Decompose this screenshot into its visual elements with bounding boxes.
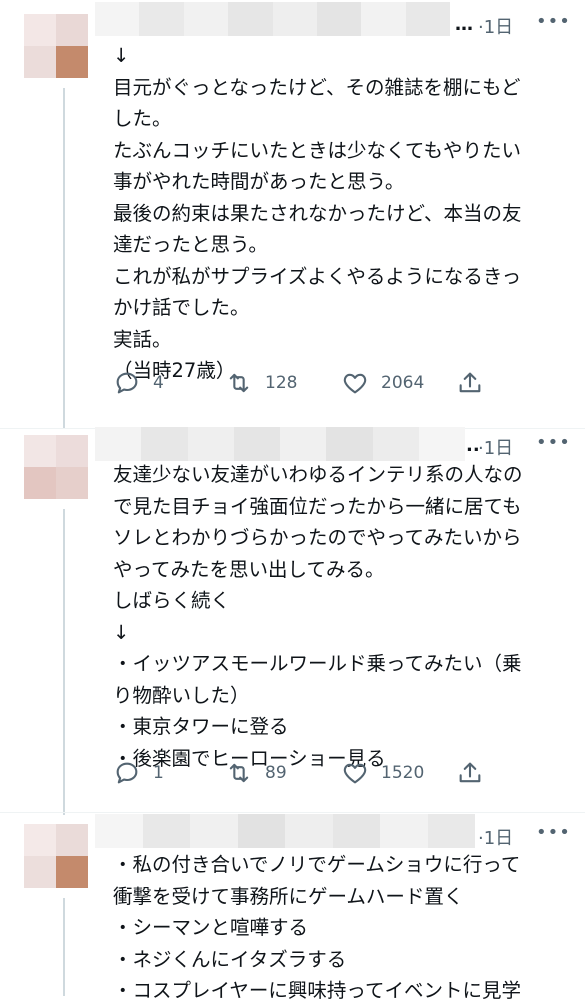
username-blurred xyxy=(95,2,450,36)
name-ellipsis: … xyxy=(455,14,473,35)
text-line: ソレとわかりづらかったのでやってみたいから xyxy=(113,526,522,549)
timestamp[interactable]: ·1日 xyxy=(478,824,513,850)
action-bar: 1 89 1520 xyxy=(113,759,493,789)
text-line: 友達少ない友達がいわゆるインテリ系の人なの xyxy=(113,463,523,486)
more-icon[interactable]: ••• xyxy=(536,11,571,32)
action-bar: 4 128 2064 xyxy=(113,369,493,399)
thread-line xyxy=(63,509,65,815)
avatar[interactable] xyxy=(24,824,88,888)
thread-line xyxy=(63,88,65,428)
reply-button[interactable]: 4 xyxy=(113,369,164,397)
thread-line xyxy=(63,898,65,996)
text-line: ・ネジくんにイタズラする xyxy=(113,947,347,971)
heart-icon xyxy=(343,373,367,394)
share-icon xyxy=(459,372,481,393)
more-icon[interactable]: ••• xyxy=(536,822,571,843)
retweet-button[interactable]: 128 xyxy=(225,369,297,397)
tweet-3[interactable]: ·1日 ••• ・私の付き合いでノリでゲームショウに行って 衝撃を受けて事務所に… xyxy=(0,812,585,1002)
reply-count: 4 xyxy=(153,373,164,393)
text-line: 目元がぐっとなったけど、その雑誌を棚にもど xyxy=(113,75,521,99)
text-line: ・イッツアスモールワールド乗ってみたい（乗 xyxy=(113,652,522,675)
like-button[interactable]: 1520 xyxy=(341,759,424,787)
share-button[interactable] xyxy=(456,369,496,397)
username-blurred xyxy=(95,427,465,461)
reply-icon xyxy=(116,372,138,394)
username-blurred xyxy=(95,814,475,848)
tweet-text: 友達少ない友達がいわゆるインテリ系の人なの で見た目チョイ強面位だったから一緒に… xyxy=(113,459,573,774)
text-line: これが私がサプライズよくやるようになるきっ xyxy=(113,264,522,288)
retweet-count: 128 xyxy=(265,373,298,393)
reply-count: 1 xyxy=(153,763,164,783)
retweet-count: 89 xyxy=(265,763,287,783)
text-line: ・私の付き合いでノリでゲームショウに行って xyxy=(113,853,521,876)
tweet-1[interactable]: … ·1日 ••• ↓ 目元がぐっとなったけど、その雑誌を棚にもど した。 たぶ… xyxy=(0,0,585,430)
tweet-2[interactable]: .. ·1日 ••• 友達少ない友達がいわゆるインテリ系の人なの で見た目チョイ… xyxy=(0,425,585,815)
more-icon[interactable]: ••• xyxy=(536,432,571,453)
like-count: 2064 xyxy=(381,373,425,393)
heart-icon xyxy=(343,763,367,784)
text-line: ・シーマンと喧嘩する xyxy=(113,916,309,939)
tweet-text: ・私の付き合いでノリでゲームショウに行って 衝撃を受けて事務所にゲームハード置く… xyxy=(113,849,573,1007)
text-line: ↓ xyxy=(113,620,130,644)
like-count: 1520 xyxy=(381,763,425,783)
tweet-text: ↓ 目元がぐっとなったけど、その雑誌を棚にもど した。 たぶんコッチにいたときは… xyxy=(113,40,573,387)
timestamp[interactable]: ·1日 xyxy=(478,434,513,460)
timestamp[interactable]: ·1日 xyxy=(478,13,513,39)
text-line: 達だったと思う。 xyxy=(113,233,268,256)
text-line: 実話。 xyxy=(113,327,172,351)
text-line: り物酔いした） xyxy=(113,683,250,707)
reply-button[interactable]: 1 xyxy=(113,759,164,787)
retweet-icon xyxy=(229,373,249,393)
text-line: 事がやれた時間があったと思う。 xyxy=(113,170,405,193)
text-line: たぶんコッチにいたときは少なくてもやりたい xyxy=(113,138,521,162)
retweet-button[interactable]: 89 xyxy=(225,759,287,787)
like-button[interactable]: 2064 xyxy=(341,369,424,397)
text-line: ・コスプレイヤーに興味持ってイベントに見学 xyxy=(113,979,521,1002)
text-line: 衝撃を受けて事務所にゲームハード置く xyxy=(113,884,464,908)
avatar[interactable] xyxy=(24,435,88,499)
share-button[interactable] xyxy=(456,759,496,787)
avatar[interactable] xyxy=(24,14,88,78)
text-line: しばらく続く xyxy=(113,589,231,612)
text-line: した。 xyxy=(113,107,172,130)
text-line: かけ話でした。 xyxy=(113,296,250,319)
text-line: ↓ xyxy=(113,44,130,67)
share-icon xyxy=(459,762,481,783)
text-line: で見た目チョイ強面位だったから一緒に居ても xyxy=(113,494,522,518)
text-line: ・東京タワーに登る xyxy=(113,715,289,738)
text-line: 最後の約束は果たされなかったけど、本当の友 xyxy=(113,201,522,225)
retweet-icon xyxy=(229,763,249,783)
text-line: やってみたを思い出してみる。 xyxy=(113,557,385,581)
reply-icon xyxy=(116,762,138,784)
